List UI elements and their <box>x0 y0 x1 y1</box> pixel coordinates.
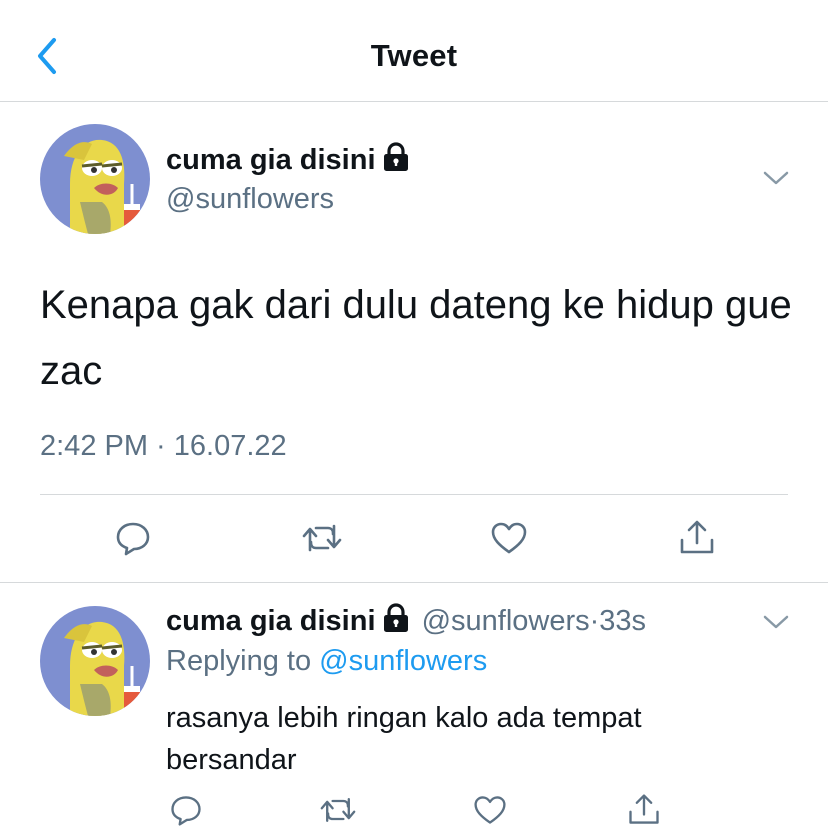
avatar-fish-image <box>40 124 150 234</box>
author-row: cuma gia disini <box>166 142 410 177</box>
lock-icon <box>382 603 410 641</box>
share-icon[interactable] <box>675 516 719 560</box>
divider <box>40 494 788 495</box>
separator-dot: · <box>589 605 600 637</box>
display-name[interactable]: cuma gia disini <box>166 144 376 176</box>
divider <box>0 582 828 583</box>
avatar[interactable] <box>40 124 150 234</box>
replying-to-label: Replying to <box>166 645 312 677</box>
like-icon[interactable] <box>487 516 531 560</box>
reply-time[interactable]: 33s <box>599 605 646 637</box>
like-icon[interactable] <box>468 788 512 832</box>
chevron-down-icon[interactable] <box>762 612 790 637</box>
lock-icon <box>382 142 410 177</box>
page-title: Tweet <box>370 38 458 73</box>
retweet-icon[interactable] <box>300 516 344 560</box>
reply-icon[interactable] <box>164 788 208 832</box>
avatar-fish-image <box>40 606 150 716</box>
reply-handle[interactable]: @sunflowers <box>422 605 590 637</box>
top-bar: Tweet <box>0 0 828 102</box>
replying-to: Replying to @sunflowers <box>166 645 487 678</box>
chevron-down-icon[interactable] <box>762 168 790 193</box>
tweet-timestamp[interactable]: 2:42 PM · 16.07.22 <box>40 430 287 463</box>
tweet-text: Kenapa gak dari dulu dateng ke hidup gue… <box>40 283 792 393</box>
replying-to-handle[interactable]: @sunflowers <box>319 645 487 677</box>
share-icon[interactable] <box>622 788 666 832</box>
reply-icon[interactable] <box>111 516 155 560</box>
reply-text: rasanya lebih ringan kalo ada tempat ber… <box>166 702 642 776</box>
reply-display-name[interactable]: cuma gia disini <box>166 605 376 637</box>
reply-author-row: cuma gia disini @sunflowers·33s <box>166 603 646 641</box>
handle[interactable]: @sunflowers <box>166 183 334 216</box>
reply-avatar[interactable] <box>40 606 150 716</box>
retweet-icon[interactable] <box>316 788 360 832</box>
